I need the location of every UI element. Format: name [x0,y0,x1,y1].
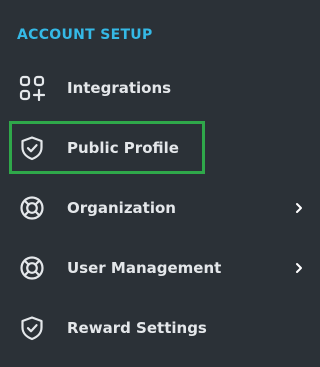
menu-item-reward-settings[interactable]: Reward Settings [0,302,317,354]
menu-item-label: Public Profile [67,139,179,157]
shield-check-icon [19,315,45,341]
menu-item-public-profile[interactable]: Public Profile [0,122,317,174]
lifebuoy-icon [19,195,45,221]
chevron-right-icon [293,202,305,214]
menu-item-integrations[interactable]: Integrations [0,62,317,114]
menu-item-label: Integrations [67,79,172,97]
menu-item-organization[interactable]: Organization [0,182,317,234]
grid-plus-icon [19,75,45,101]
menu-item-label: User Management [67,259,222,277]
account-setup-menu: ACCOUNT SETUP Integrations Public Profil… [0,0,317,367]
chevron-right-icon [293,262,305,274]
shield-check-icon [19,135,45,161]
section-title: ACCOUNT SETUP [17,27,153,43]
menu-item-user-management[interactable]: User Management [0,242,317,294]
menu-item-label: Reward Settings [67,319,207,337]
menu-item-label: Organization [67,199,176,217]
lifebuoy-icon [19,255,45,281]
